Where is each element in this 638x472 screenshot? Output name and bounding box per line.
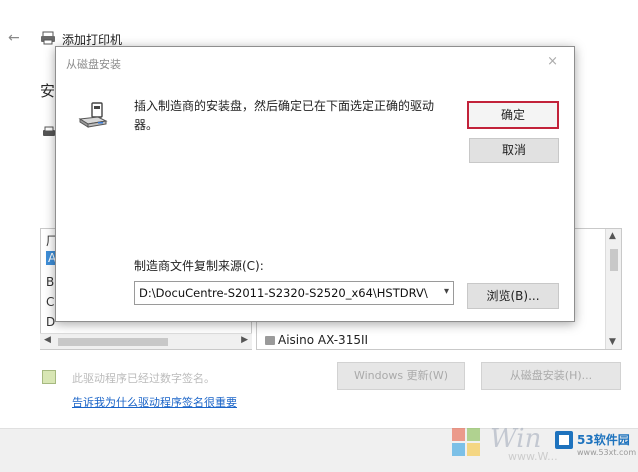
site-logo-icon (555, 431, 573, 449)
cancel-button[interactable]: 取消 (469, 138, 559, 163)
browse-button[interactable]: 浏览(B)... (467, 283, 559, 309)
list-item[interactable]: Aisino AX-315II (265, 333, 368, 347)
site-name: 53软件园 (577, 433, 630, 447)
printer-item-label: Aisino AX-315II (278, 333, 369, 347)
scrollbar-thumb[interactable] (58, 338, 168, 346)
back-arrow-icon[interactable]: ← (8, 30, 24, 46)
signed-driver-icon (42, 370, 56, 384)
wizard-heading: 安 (40, 82, 56, 100)
horizontal-scrollbar[interactable]: ◀ ▶ (40, 333, 252, 349)
watermark-url: www.W... (508, 450, 558, 463)
disk-drive-icon (78, 102, 108, 128)
install-from-disk-dialog: 从磁盘安装 × 插入制造商的安装盘，然后确定已在下面选定正确的驱动器。 确定 取… (55, 46, 575, 322)
signature-status-text: 此驱动程序已经过数字签名。 (72, 372, 215, 385)
have-disk-button[interactable]: 从磁盘安装(H)... (481, 362, 621, 390)
printer-icon (41, 31, 55, 45)
ok-button[interactable]: 确定 (467, 101, 559, 129)
list-item[interactable]: C (46, 295, 54, 309)
list-item[interactable]: D (46, 315, 55, 329)
close-icon[interactable]: × (547, 54, 558, 69)
dialog-titlebar[interactable]: 从磁盘安装 × (56, 47, 574, 77)
site-url: www.53xt.com (577, 448, 637, 457)
source-path-combobox[interactable]: D:\DocuCentre-S2011-S2320-S2520_x64\HSTD… (134, 281, 454, 305)
dialog-message: 插入制造商的安装盘，然后确定已在下面选定正确的驱动器。 (134, 99, 435, 132)
source-path-value[interactable]: D:\DocuCentre-S2011-S2320-S2520_x64\HSTD… (139, 286, 429, 300)
printer-icon (265, 336, 275, 345)
scroll-up-icon[interactable]: ▲ (609, 231, 616, 241)
driver-signing-link[interactable]: 告诉我为什么驱动程序签名很重要 (72, 394, 237, 410)
printer-icon (43, 126, 55, 136)
list-item[interactable]: B (46, 275, 54, 289)
scroll-down-icon[interactable]: ▼ (609, 337, 616, 347)
windows-update-button[interactable]: Windows 更新(W) (337, 362, 465, 390)
chevron-down-icon[interactable]: ▾ (444, 286, 449, 297)
scrollbar-thumb[interactable] (610, 249, 618, 271)
source-label: 制造商文件复制来源(C): (134, 259, 264, 273)
scroll-left-icon[interactable]: ◀ (44, 335, 51, 345)
scroll-right-icon[interactable]: ▶ (241, 335, 248, 345)
dialog-title: 从磁盘安装 (66, 58, 121, 71)
windows-logo-icon (452, 428, 482, 458)
vertical-scrollbar[interactable]: ▲ ▼ (605, 229, 621, 349)
site-watermark: 53软件园 www.53xt.com (555, 428, 637, 466)
